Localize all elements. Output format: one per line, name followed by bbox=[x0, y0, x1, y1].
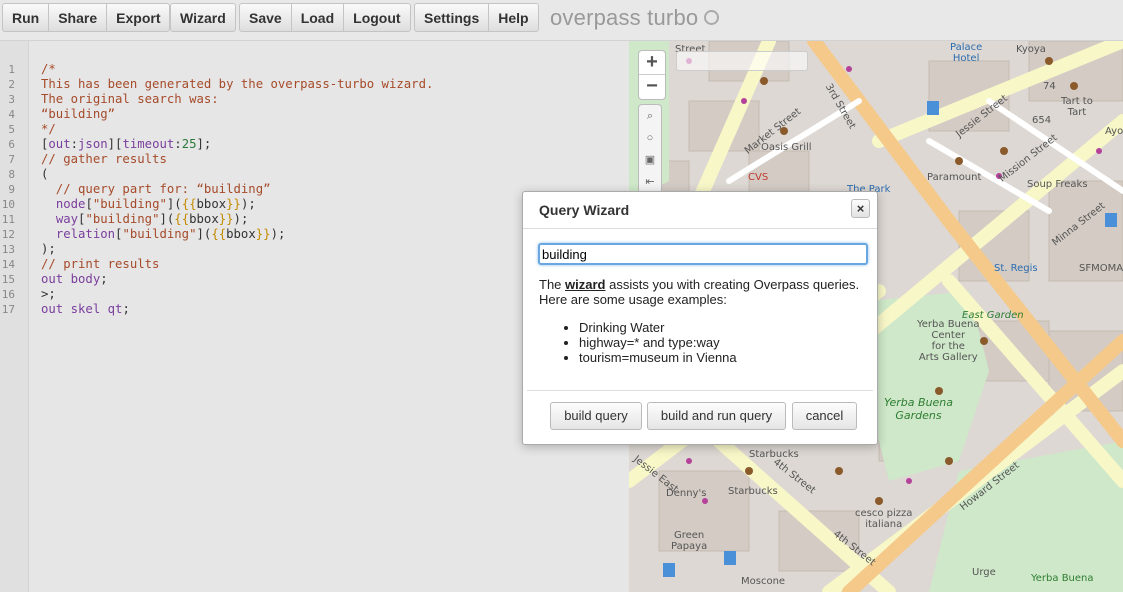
zoom-to-data-icon[interactable]: ⌕ bbox=[639, 105, 661, 127]
build-query-button[interactable]: build query bbox=[550, 402, 642, 430]
code-line: ); bbox=[41, 242, 56, 256]
settings-button[interactable]: Settings bbox=[414, 3, 490, 32]
line-number: 8 bbox=[8, 168, 15, 181]
map-label-starbucks-1: Starbucks bbox=[749, 449, 799, 460]
help-button[interactable]: Help bbox=[489, 3, 539, 32]
logout-button[interactable]: Logout bbox=[344, 3, 411, 32]
map-label-soup-freaks: Soup Freaks bbox=[1027, 179, 1088, 190]
code-line: ( bbox=[41, 167, 49, 181]
code-line: */ bbox=[41, 122, 56, 136]
line-number: 9 bbox=[8, 183, 15, 196]
save-button[interactable]: Save bbox=[239, 3, 292, 32]
code-line: // gather results bbox=[41, 152, 167, 166]
wizard-search-input[interactable] bbox=[538, 243, 868, 265]
map-tools: ⌕ ○ ▣ ⇤ bbox=[638, 104, 662, 194]
line-number: 2 bbox=[8, 78, 15, 91]
code-line: way["building"]({{bbox}}); bbox=[55, 212, 249, 226]
line-number: 11 bbox=[1, 213, 15, 226]
code-line: This has been generated by the overpass-… bbox=[41, 77, 434, 91]
export-button[interactable]: Export bbox=[107, 3, 171, 32]
map-label-yerba-buena-gardens: Yerba Buena Gardens bbox=[884, 396, 954, 422]
code-line: >; bbox=[41, 287, 56, 301]
line-number: 7 bbox=[8, 153, 15, 166]
code-line: out body; bbox=[41, 272, 108, 286]
map-label-cvs: CVS bbox=[748, 172, 769, 183]
examples-list: Drinking Water highway=* and type:way to… bbox=[579, 320, 737, 365]
zoom-in-button[interactable]: + bbox=[639, 51, 665, 75]
map-label-tart-to-tart: Tart to Tart bbox=[1061, 96, 1093, 118]
map-label-st-regis: St. Regis bbox=[994, 263, 1038, 274]
query-wizard-dialog: Query Wizard × The wizard assists you wi… bbox=[522, 191, 878, 445]
line-number: 16 bbox=[1, 288, 15, 301]
map-label-paramount: Paramount bbox=[927, 172, 982, 183]
map-label-yerba-buena-center: Yerba Buena Center for the Arts Gallery bbox=[917, 319, 980, 363]
wizard-description: The wizard assists you with creating Ove… bbox=[539, 277, 869, 307]
line-number: 10 bbox=[1, 198, 15, 211]
settings-help-group: Settings Help bbox=[414, 3, 539, 32]
map-label-starbucks-2: Starbucks bbox=[728, 486, 778, 497]
map-search-input[interactable] bbox=[676, 51, 808, 71]
file-group: Save Load Logout bbox=[239, 3, 411, 32]
code-line: /* bbox=[41, 62, 56, 76]
map-label-cesco-pizza: cesco pizza italiana bbox=[855, 508, 913, 530]
wizard-link[interactable]: wizard bbox=[565, 277, 605, 292]
zoom-out-button[interactable]: − bbox=[639, 75, 665, 99]
desc-prefix: The bbox=[539, 277, 566, 292]
map-label-palace-hotel: Palace Hotel bbox=[950, 42, 983, 64]
image-icon[interactable]: ▣ bbox=[639, 149, 661, 171]
line-number: 15 bbox=[1, 273, 15, 286]
code-line: // print results bbox=[41, 257, 160, 271]
wizard-group: Wizard bbox=[170, 3, 236, 32]
line-number: 12 bbox=[1, 228, 15, 241]
map-label-kyoya: Kyoya bbox=[1016, 44, 1046, 55]
map-label-urge: Urge bbox=[972, 567, 996, 578]
map-label-sfmoma: SFMOMA bbox=[1079, 263, 1123, 274]
line-number: 3 bbox=[8, 93, 15, 106]
locate-icon[interactable]: ○ bbox=[639, 127, 661, 149]
map-label-oasis-grill: Oasis Grill bbox=[761, 142, 812, 153]
app-title-text: overpass turbo bbox=[550, 5, 699, 30]
load-button[interactable]: Load bbox=[291, 3, 345, 32]
line-number: 17 bbox=[1, 303, 15, 316]
code-line: The original search was: bbox=[41, 92, 219, 106]
wizard-button[interactable]: Wizard bbox=[170, 3, 236, 32]
line-number: 6 bbox=[8, 138, 15, 151]
map-label-moscone: Moscone bbox=[741, 576, 786, 587]
line-number: 13 bbox=[1, 243, 15, 256]
logo-icon bbox=[704, 9, 720, 25]
dialog-title: Query Wizard bbox=[539, 202, 630, 218]
share-button[interactable]: Share bbox=[49, 3, 108, 32]
cancel-button[interactable]: cancel bbox=[792, 402, 857, 430]
line-number: 4 bbox=[8, 108, 15, 121]
map-label-yerba-buena-bottom: Yerba Buena bbox=[1031, 573, 1094, 584]
run-share-export-group: Run Share Export bbox=[2, 3, 171, 32]
divider bbox=[527, 390, 873, 391]
line-number: 5 bbox=[8, 123, 15, 136]
map-label-74: 74 bbox=[1043, 81, 1056, 92]
list-item: tourism=museum in Vienna bbox=[579, 350, 737, 365]
divider bbox=[523, 228, 877, 229]
app-title: overpass turbo bbox=[550, 5, 720, 31]
code-line: out skel qt; bbox=[41, 302, 130, 316]
code-line: // query part for: “building” bbox=[41, 182, 271, 196]
fullscreen-icon[interactable]: ⇤ bbox=[639, 171, 661, 193]
list-item: Drinking Water bbox=[579, 320, 737, 335]
map-label-654: 654 bbox=[1032, 115, 1052, 126]
map-label-ayo: Ayo bbox=[1105, 126, 1123, 137]
code-line: “building” bbox=[41, 107, 116, 121]
code-line: node["building"]({{bbox}}); bbox=[55, 197, 256, 211]
code-line: relation["building"]({{bbox}}); bbox=[55, 227, 286, 241]
toolbar: Run Share Export Wizard Save Load Logout… bbox=[0, 0, 1123, 41]
run-button[interactable]: Run bbox=[2, 3, 50, 32]
code-line: [out:json][timeout:25]; bbox=[41, 137, 212, 151]
map-label-green-papaya: Green Papaya bbox=[671, 530, 708, 552]
line-number: 1 bbox=[8, 63, 15, 76]
line-number: 14 bbox=[1, 258, 15, 271]
close-icon[interactable]: × bbox=[851, 199, 870, 218]
build-and-run-query-button[interactable]: build and run query bbox=[647, 402, 786, 430]
list-item: highway=* and type:way bbox=[579, 335, 737, 350]
zoom-control: + − bbox=[638, 50, 666, 100]
